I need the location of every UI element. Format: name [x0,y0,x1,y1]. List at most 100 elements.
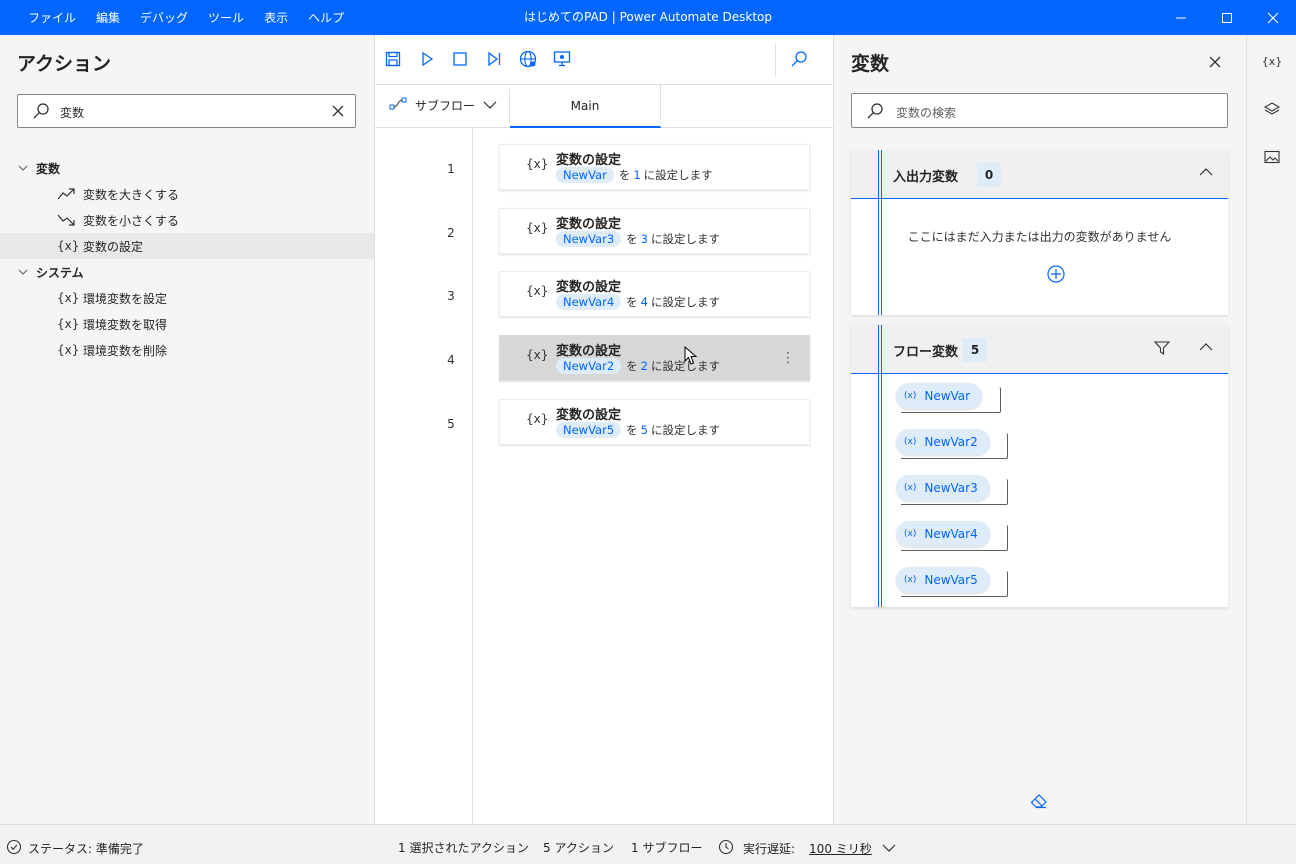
step-description: NewVar を 1 に設定します [556,167,713,183]
menu-help[interactable]: ヘルプ [308,9,344,26]
step-card[interactable]: {x} 変数の設定 NewVar2 を 2 に設定します ⋮ [499,335,810,381]
step-value: 1 [633,168,641,182]
flow-step-2[interactable]: 2 {x} 変数の設定 NewVar3 を 3 に設定します [375,208,833,258]
step-value: 2 [640,359,648,373]
flow-designer: サブフロー Main 1 {x} 変数の設定 NewVar を 1 に設定します 2 … [375,35,834,824]
variable-chip[interactable]: (x) NewVar4 [896,521,990,547]
images-pane-button[interactable] [1262,147,1282,167]
close-icon [1267,12,1279,23]
action-get-env-variable[interactable]: {x} 環境変数を取得 [0,311,374,337]
step-title: 変数の設定 [556,344,622,359]
flow-step-3[interactable]: 3 {x} 変数の設定 NewVar4 を 4 に設定します [375,271,833,321]
web-recorder-button[interactable] [518,49,538,69]
close-icon [1209,56,1221,68]
action-set-env-variable[interactable]: {x} 環境変数を設定 [0,285,374,311]
step-number: 1 [447,162,455,176]
chevron-up-icon[interactable] [1198,341,1214,356]
add-variable-icon[interactable] [1047,265,1065,286]
variable-chip[interactable]: (x) NewVar [896,383,983,409]
action-delete-env-variable[interactable]: {x} 環境変数を削除 [0,337,374,363]
variable-chip[interactable]: (x) NewVar5 [896,567,990,593]
tab-main[interactable]: Main [510,85,661,128]
run-button[interactable] [417,49,437,69]
status-state: ステータス: 準備完了 [6,839,144,858]
variables-pane-button[interactable]: {x} [1262,51,1283,71]
subflows-count: 1 サブフロー [631,841,703,855]
chevron-down-icon [483,99,497,113]
variable-icon: {x} [57,317,80,331]
flow-step-1[interactable]: 1 {x} 変数の設定 NewVar を 1 に設定します [375,144,833,194]
designer-toolbar [375,35,833,85]
menu-tools[interactable]: ツール [208,9,244,26]
variable-name: NewVar [924,389,971,403]
variable-chip[interactable]: (x) NewVar3 [896,475,990,501]
chevron-down-icon[interactable] [882,842,896,856]
action-label: 環境変数を取得 [83,317,168,332]
minimize-icon [1176,17,1186,18]
io-variables-section: 入出力変数 0 ここにはまだ入力または出力の変数がありません [851,150,1228,315]
stop-button[interactable] [450,49,470,69]
search-icon [866,102,884,123]
subflow-label: サブフロー [415,99,476,113]
variable-chip[interactable]: (x) NewVar2 [896,429,990,455]
step-description: NewVar3 を 3 に設定します [556,231,720,247]
actions-search-input[interactable]: 変数 [17,94,356,128]
step-number: 3 [447,289,455,303]
flow-step-4[interactable]: 4 {x} 変数の設定 NewVar2 を 2 に設定します ⋮ [375,335,833,385]
variable-icon: (x) [904,483,917,493]
menu-edit[interactable]: 編集 [96,9,120,26]
run-delay-value[interactable]: 100 ミリ秒 [809,840,872,857]
variable-icon: (x) [904,575,917,585]
filter-icon[interactable] [1153,341,1171,358]
variable-name: NewVar2 [924,435,978,449]
maximize-button[interactable] [1204,0,1250,35]
step-card[interactable]: {x} 変数の設定 NewVar4 を 4 に設定します [499,271,810,317]
close-variables-button[interactable] [1208,55,1222,72]
menu-view[interactable]: 表示 [264,9,288,26]
save-button[interactable] [383,49,403,69]
step-card[interactable]: {x} 変数の設定 NewVar3 を 3 に設定します [499,208,810,254]
desktop-recorder-button[interactable] [552,49,572,69]
trend-down-icon [57,214,83,226]
variable-icon: (x) [904,529,917,539]
flow-step-5[interactable]: 5 {x} 変数の設定 NewVar5 を 5 に設定します [375,399,833,449]
monitor-icon [553,51,571,67]
eraser-icon[interactable] [1030,793,1048,812]
variable-token: NewVar2 [556,358,622,374]
minimize-button[interactable] [1158,0,1204,35]
menu-file[interactable]: ファイル [28,9,76,26]
category-system[interactable]: システム [0,259,374,285]
category-variables[interactable]: 変数 [0,155,374,181]
step-number: 2 [447,226,455,240]
category-label: 変数 [36,161,61,176]
close-window-button[interactable] [1250,0,1296,35]
run-next-button[interactable] [484,49,504,69]
variables-panel-title: 変数 [851,53,890,75]
action-set-variable[interactable]: {x} 変数の設定 [0,233,374,259]
image-icon [1264,150,1280,164]
subflow-dropdown[interactable]: サブフロー [389,97,497,114]
step-card[interactable]: {x} 変数の設定 NewVar を 1 に設定します [499,144,810,190]
action-decrease-variable[interactable]: 変数を小さくする [0,207,374,233]
flow-variables-header[interactable]: フロー変数 5 [851,325,1228,374]
variables-panel: 変数 変数の検索 入出力変数 0 ここにはまだ入力または出力の変数がありません … [834,35,1246,824]
variable-icon: {x} [526,284,549,298]
layers-pane-button[interactable] [1262,99,1282,119]
play-icon [422,51,434,67]
variable-icon: {x} [57,291,80,305]
step-number: 4 [447,353,455,367]
trend-up-icon [57,188,83,200]
menu-debug[interactable]: デバッグ [140,9,188,26]
chevron-up-icon[interactable] [1198,166,1214,181]
step-card[interactable]: {x} 変数の設定 NewVar5 を 5 に設定します [499,399,810,445]
step-text: を [626,295,638,309]
actions-panel: アクション 変数 変数 変数を大きくする 変数を小さくする {x} 変数の設定 … [0,35,375,824]
variables-search-input[interactable]: 変数の検索 [851,93,1228,128]
step-title: 変数の設定 [556,408,622,423]
clear-search-icon[interactable] [331,104,345,121]
more-options-icon[interactable]: ⋮ [781,350,795,366]
search-flow-button[interactable] [789,49,809,69]
variable-icon: {x} [57,343,80,357]
io-variables-header[interactable]: 入出力変数 0 [851,150,1228,199]
action-increase-variable[interactable]: 変数を大きくする [0,181,374,207]
